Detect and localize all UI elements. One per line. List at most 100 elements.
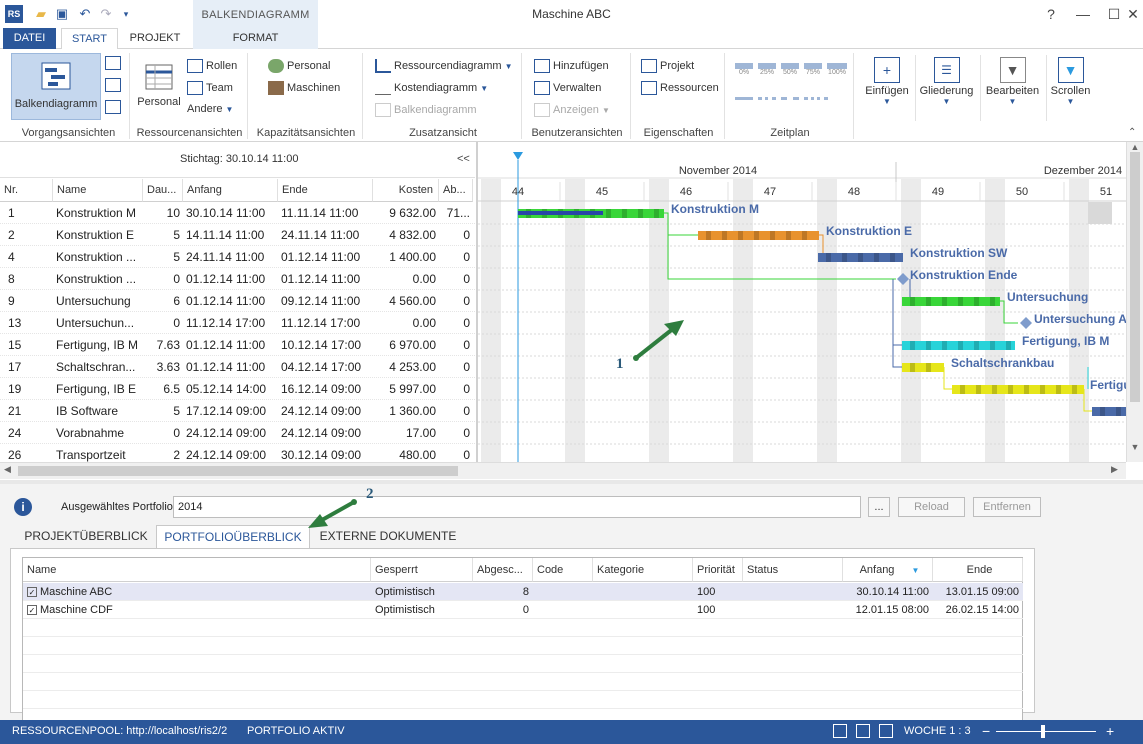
hscroll-thumb-left[interactable] xyxy=(18,466,458,476)
ressourcen-properties-button[interactable]: Ressourcen xyxy=(641,81,719,95)
gliederung-button[interactable]: ☰ Gliederung ▼ xyxy=(915,55,977,121)
pcol-header-abgesc[interactable]: Abgesc... xyxy=(473,558,533,582)
view-small-1-icon[interactable] xyxy=(105,56,121,70)
rollen-button[interactable]: Rollen xyxy=(187,59,237,73)
portfolio-row[interactable]: ✓ Maschine CDF Optimistisch 0 100 12.01.15 08… xyxy=(23,601,1023,619)
vertical-scrollbar[interactable]: ▲ ▼ xyxy=(1126,142,1143,462)
pcol-header-gesperrt[interactable]: Gesperrt xyxy=(371,558,473,582)
cell-ab: 0 xyxy=(463,338,470,352)
minimize-button[interactable]: — xyxy=(1068,4,1098,24)
col-header-kosten[interactable]: Kosten xyxy=(373,179,439,202)
collapse-table-button[interactable]: << xyxy=(457,153,470,165)
browse-button[interactable]: ... xyxy=(868,497,890,517)
cell-kosten: 0.00 xyxy=(412,272,436,286)
bar-untersuchung-segment xyxy=(958,297,963,306)
pcol-header-kategorie[interactable]: Kategorie xyxy=(593,558,693,582)
help-button[interactable]: ? xyxy=(1036,4,1066,24)
unlink-tasks-icon[interactable] xyxy=(758,97,776,105)
col-header-ende[interactable]: Ende xyxy=(278,179,373,202)
table-row[interactable]: 1 Konstruktion M 10 30.10.14 11:00 11.11.14 … xyxy=(0,202,475,224)
kostendiagramm-dropdown[interactable]: Kostendiagramm ▼ xyxy=(375,81,488,95)
scrollen-button[interactable]: ▼ Scrollen ▼ xyxy=(1046,55,1094,121)
split-task-icon[interactable] xyxy=(781,97,799,105)
tab-projekt[interactable]: PROJEKT xyxy=(125,28,185,49)
view-small-3-icon[interactable] xyxy=(105,100,121,114)
percent-100-button[interactable]: 100% xyxy=(827,63,847,81)
zoom-slider-thumb[interactable] xyxy=(1041,725,1045,738)
table-row[interactable]: 19 Fertigung, IB E 6.5 05.12.14 14:00 16.12.… xyxy=(0,378,475,400)
portfolio-row[interactable]: ✓ Maschine ABC Optimistisch 8 100 30.10.14 11… xyxy=(23,583,1023,601)
pcol-header-ende[interactable]: Ende xyxy=(933,558,1023,582)
view-normal-icon[interactable] xyxy=(833,724,847,738)
reload-button[interactable]: Reload xyxy=(898,497,965,517)
horizontal-scrollbar[interactable]: ◀ ▶ xyxy=(0,462,1126,479)
view-small-2-icon[interactable] xyxy=(105,78,121,92)
anzeigen-dropdown[interactable]: Anzeigen ▼ xyxy=(534,103,610,117)
tab-start[interactable]: START xyxy=(61,28,118,50)
team-button[interactable]: Team xyxy=(187,81,233,95)
portfolio-input[interactable]: 2014 xyxy=(173,496,861,518)
percent-75-button[interactable]: 75% xyxy=(804,63,822,81)
table-row[interactable]: 15 Fertigung, IB M 7.63 01.12.14 11:00 10.12… xyxy=(0,334,475,356)
projekt-properties-button[interactable]: Projekt xyxy=(641,59,694,73)
col-header-ab[interactable]: Ab... xyxy=(439,179,473,202)
project-checkbox[interactable]: ✓ xyxy=(27,605,37,616)
cell-ende: 10.12.14 17:00 xyxy=(281,338,362,352)
zoom-in-button[interactable]: + xyxy=(1106,723,1114,739)
table-row[interactable]: 4 Konstruktion ... 5 24.11.14 11:00 01.12.14… xyxy=(0,246,475,268)
andere-dropdown[interactable]: Andere ▼ xyxy=(187,103,233,115)
scroll-up-icon[interactable]: ▲ xyxy=(1127,142,1143,152)
pcol-header-anfang[interactable]: Anfang ▼ xyxy=(843,558,933,582)
col-header-nr[interactable]: Nr. xyxy=(0,179,53,202)
ressourcendiagramm-dropdown[interactable]: Ressourcendiagramm ▼ xyxy=(375,59,513,73)
percent-25-button[interactable]: 25% xyxy=(758,63,776,81)
zoom-slider[interactable] xyxy=(996,731,1096,732)
einfuegen-button[interactable]: + Einfügen ▼ xyxy=(858,55,916,121)
zoom-out-button[interactable]: − xyxy=(982,723,990,739)
ribbon-collapse-icon[interactable]: ⌃ xyxy=(1128,127,1136,138)
table-row[interactable]: 2 Konstruktion E 5 14.11.14 11:00 24.11.14 1… xyxy=(0,224,475,246)
tab-projektueberblick[interactable]: PROJEKTÜBERBLICK xyxy=(22,525,150,547)
entfernen-button[interactable]: Entfernen xyxy=(973,497,1041,517)
view-split-icon[interactable] xyxy=(879,724,893,738)
scroll-left-icon[interactable]: ◀ xyxy=(4,464,11,475)
link-tasks-icon[interactable] xyxy=(735,97,753,105)
personal-view-button[interactable]: Personal xyxy=(135,61,183,108)
gantt-chart[interactable]: November 2014 Dezember 2014 44 45 46 47 48 49 50… xyxy=(476,142,1126,462)
project-icon xyxy=(641,59,657,73)
scroll-thumb[interactable] xyxy=(1130,152,1140,402)
col-header-name[interactable]: Name xyxy=(53,179,143,202)
scroll-right-icon[interactable]: ▶ xyxy=(1111,464,1118,475)
balkendiagramm-view-button[interactable]: Balkendiagramm xyxy=(11,53,101,120)
verwalten-button[interactable]: Verwalten xyxy=(534,81,601,95)
bearbeiten-button[interactable]: ▼ Bearbeiten ▼ xyxy=(980,55,1044,121)
close-button[interactable]: ✕ xyxy=(1118,4,1143,24)
col-header-anfang[interactable]: Anfang xyxy=(183,179,278,202)
col-header-dauer[interactable]: Dau... xyxy=(143,179,183,202)
move-task-icon[interactable] xyxy=(804,97,828,105)
table-row[interactable]: 13 Untersuchun... 0 11.12.14 17:00 11.12.14 … xyxy=(0,312,475,334)
table-row[interactable]: 21 IB Software 5 17.12.14 09:00 24.12.14 09:… xyxy=(0,400,475,422)
view-table-icon[interactable] xyxy=(856,724,870,738)
table-row[interactable]: 17 Schaltschran... 3.63 01.12.14 11:00 04.12… xyxy=(0,356,475,378)
pcol-header-status[interactable]: Status xyxy=(743,558,843,582)
table-row[interactable]: 9 Untersuchung 6 01.12.14 11:00 09.12.14 11:… xyxy=(0,290,475,312)
tab-datei[interactable]: DATEI xyxy=(3,28,56,49)
project-checkbox[interactable]: ✓ xyxy=(27,587,37,598)
cell-anfang: 24.11.14 11:00 xyxy=(186,250,265,264)
title-bar: RS ▰ ▣ ↶ ↷ ▾ BALKENDIAGRAMM Maschine ABC… xyxy=(0,0,1143,28)
percent-0-button[interactable]: 0% xyxy=(735,63,753,81)
scroll-down-icon[interactable]: ▼ xyxy=(1127,442,1143,452)
tab-portfolioueberblick[interactable]: PORTFOLIOÜBERBLICK xyxy=(156,525,310,549)
table-row[interactable]: 24 Vorabnahme 0 24.12.14 09:00 24.12.14 09:0… xyxy=(0,422,475,444)
pcol-header-name[interactable]: Name xyxy=(23,558,371,582)
kapazitaet-maschinen-button[interactable]: Maschinen xyxy=(268,81,340,95)
zusatz-balkendiagramm-button[interactable]: Balkendiagramm xyxy=(375,103,477,117)
kapazitaet-personal-button[interactable]: Personal xyxy=(268,59,330,73)
table-row[interactable]: 8 Konstruktion ... 0 01.12.14 11:00 01.12.14… xyxy=(0,268,475,290)
pcol-header-prioritaet[interactable]: Priorität xyxy=(693,558,743,582)
percent-50-button[interactable]: 50% xyxy=(781,63,799,81)
hinzufuegen-button[interactable]: Hinzufügen xyxy=(534,59,609,73)
pcol-header-code[interactable]: Code xyxy=(533,558,593,582)
tab-format[interactable]: FORMAT xyxy=(193,28,318,49)
